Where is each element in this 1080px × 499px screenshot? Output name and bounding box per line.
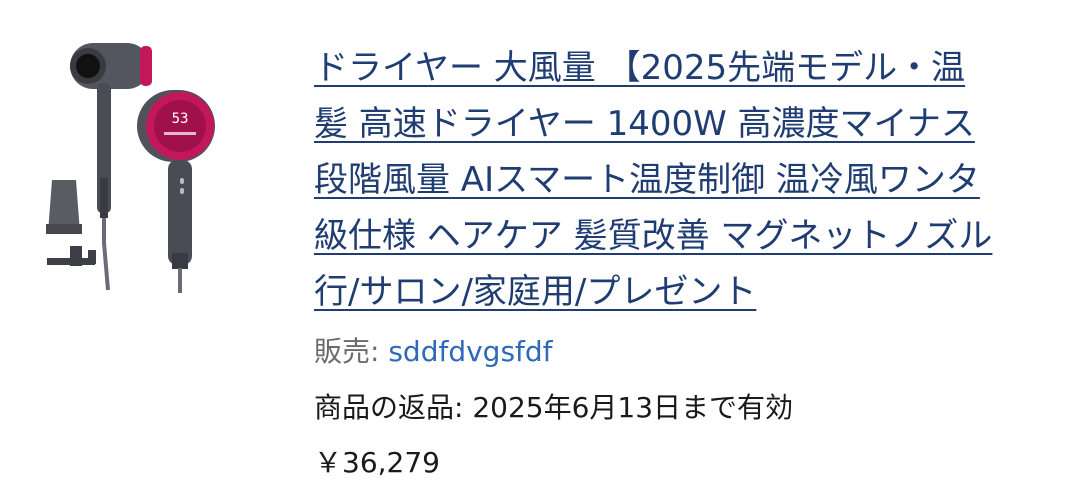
product-title-line-1[interactable]: ドライヤー 大風量 【2025先端モデル・温 [314,40,1080,96]
wall-mount-accessory [47,246,96,266]
product-title-line-5[interactable]: 行/サロン/家庭用/プレゼント [314,264,1080,320]
dryer-front-view: 53 [137,90,215,293]
product-title-line-2[interactable]: 髪 高速ドライヤー 1400W 高濃度マイナス [314,96,1080,152]
product-title-block: ドライヤー 大風量 【2025先端モデル・温 髪 高速ドライヤー 1400W 高… [314,40,1080,320]
product-card: 53 ドライヤー 大風量 【2025先端モデル・温 髪 高速ドライヤー 1400… [0,0,1080,499]
dryer-side-view [70,43,152,291]
seller-link[interactable]: sddfdvgsfdf [388,335,552,368]
dryer-display-reading: 53 [172,111,189,127]
product-price: ￥36,279 [314,446,440,479]
return-policy-text: 商品の返品: 2025年6月13日まで有効 [314,391,794,424]
product-title-line-4[interactable]: 級仕様 ヘアケア 髪質改善 マグネットノズル [314,208,1080,264]
nozzle-attachment [46,180,82,234]
hair-dryer-image: 53 [46,43,215,293]
product-title-line-3[interactable]: 段階風量 AIスマート温度制御 温冷風ワンタ [314,152,1080,208]
seller-row: 販売: sddfdvgsfdf [314,332,553,372]
seller-label: 販売: [314,335,389,368]
product-thumbnail[interactable]: 53 [30,28,230,298]
